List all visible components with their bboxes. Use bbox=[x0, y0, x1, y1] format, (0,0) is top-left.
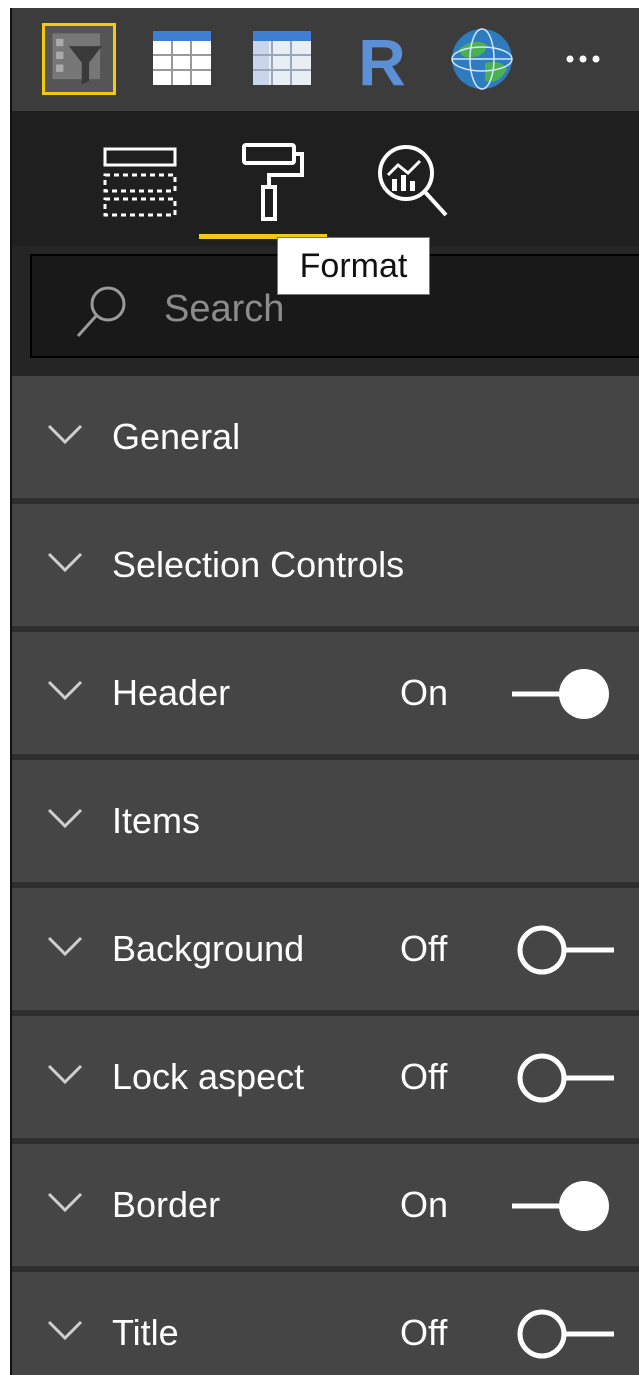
chevron-down-icon bbox=[47, 1192, 83, 1213]
section-label: Border bbox=[112, 1184, 221, 1225]
analytics-tab[interactable] bbox=[347, 131, 477, 231]
matrix-icon[interactable] bbox=[245, 23, 319, 95]
r-visual-icon[interactable]: R bbox=[345, 23, 419, 95]
toggle-state-label: Off bbox=[400, 1312, 448, 1353]
fields-icon bbox=[103, 147, 177, 217]
chevron-down-icon bbox=[47, 552, 83, 573]
background-toggle[interactable] bbox=[504, 922, 616, 978]
paint-roller-icon bbox=[242, 143, 304, 221]
analytics-magnifier-icon bbox=[378, 145, 448, 217]
section-title[interactable]: Title Off bbox=[12, 1272, 639, 1375]
chevron-down-icon bbox=[47, 936, 83, 957]
section-label: Selection Controls bbox=[112, 544, 405, 585]
toggle-state-label: On bbox=[400, 672, 449, 713]
header-toggle[interactable] bbox=[504, 666, 616, 722]
table-icon[interactable] bbox=[145, 23, 219, 95]
section-header[interactable]: Header On bbox=[12, 632, 639, 760]
section-label: Title bbox=[112, 1312, 179, 1353]
toggle-state-label: Off bbox=[400, 1056, 448, 1097]
section-label: Lock aspect bbox=[112, 1056, 305, 1097]
section-items[interactable]: Items bbox=[12, 760, 639, 888]
svg-text:R: R bbox=[358, 25, 406, 95]
search-icon bbox=[76, 286, 126, 338]
section-selection-controls[interactable]: Selection Controls bbox=[12, 504, 639, 632]
chevron-down-icon bbox=[47, 680, 83, 701]
chevron-down-icon bbox=[47, 1064, 83, 1085]
more-options-icon[interactable] bbox=[550, 23, 624, 95]
lock-aspect-toggle[interactable] bbox=[504, 1050, 616, 1106]
section-lock-aspect[interactable]: Lock aspect Off bbox=[12, 1016, 639, 1144]
border-toggle[interactable] bbox=[504, 1178, 616, 1234]
format-sections: General Selection Controls Header On Ite… bbox=[12, 376, 639, 1375]
section-label: Header bbox=[112, 672, 231, 713]
toggle-state-label: Off bbox=[400, 928, 448, 969]
slicer-icon[interactable] bbox=[42, 23, 116, 95]
chevron-down-icon bbox=[47, 808, 83, 829]
section-label: Items bbox=[112, 800, 201, 841]
visual-types-row: R bbox=[12, 8, 639, 111]
section-background[interactable]: Background Off bbox=[12, 888, 639, 1016]
visualizations-pane: R Format Search General Selection Contro… bbox=[10, 8, 639, 1375]
section-border[interactable]: Border On bbox=[12, 1144, 639, 1272]
fields-tab[interactable] bbox=[74, 131, 204, 231]
format-tab[interactable] bbox=[199, 131, 329, 231]
title-toggle[interactable] bbox=[504, 1306, 616, 1362]
globe-map-icon[interactable] bbox=[445, 23, 519, 95]
chevron-down-icon bbox=[47, 424, 83, 445]
section-label: Background bbox=[112, 928, 305, 969]
format-tooltip: Format bbox=[277, 237, 430, 295]
section-label: General bbox=[112, 416, 241, 457]
chevron-down-icon bbox=[47, 1320, 83, 1341]
pane-tabs bbox=[12, 111, 639, 246]
toggle-state-label: On bbox=[400, 1184, 449, 1225]
section-general[interactable]: General bbox=[12, 376, 639, 504]
